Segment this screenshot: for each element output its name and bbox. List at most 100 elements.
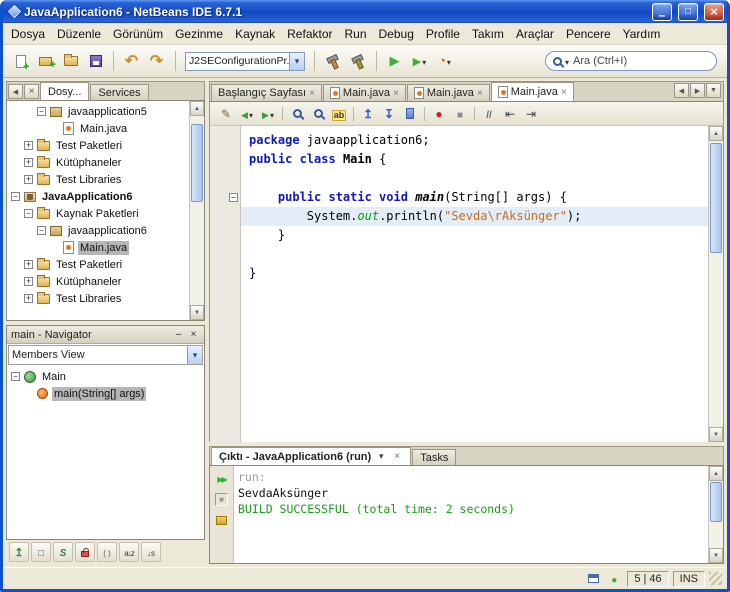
scroll-up-icon[interactable] [190,101,204,116]
forward-button[interactable] [258,104,278,123]
close-tab-icon[interactable] [393,87,399,99]
tree-item[interactable]: Main.java [7,120,189,137]
panel-tab-1[interactable]: Services [90,84,149,100]
editor-tab-3[interactable]: Main.java [490,82,574,101]
tree-item[interactable]: Kütüphaneler [7,154,189,171]
scroll-track[interactable] [709,481,723,548]
tab-list-button[interactable] [706,83,721,98]
chevron-down-icon[interactable] [289,52,304,70]
editor-tab-1[interactable]: Main.java [322,84,406,101]
next-bookmark-button[interactable] [379,104,399,123]
scroll-up-icon[interactable] [709,466,723,481]
minimize-window-icon[interactable] [172,328,185,341]
menu-profile[interactable]: Profile [420,24,466,44]
config-select[interactable]: J2SEConfigurationPr... [185,51,305,71]
rerun-button[interactable] [213,469,231,487]
run-project-button[interactable] [383,50,406,73]
minus-toggle-icon[interactable] [24,209,33,218]
toggle-highlight-button[interactable] [329,104,349,123]
scroll-thumb[interactable] [191,124,203,202]
plus-toggle-icon[interactable] [24,141,33,150]
build-project-button[interactable] [322,50,345,73]
menu-dzenle[interactable]: Düzenle [51,24,107,44]
search-options-icon[interactable] [564,52,569,70]
plus-toggle-icon[interactable] [24,294,33,303]
show-inherited-button[interactable] [9,542,29,562]
close-window-icon[interactable] [187,328,200,341]
sort-by-source-button[interactable] [141,542,161,562]
menu-kaynak[interactable]: Kaynak [229,24,281,44]
search-box[interactable] [545,51,717,71]
search-input[interactable] [571,54,709,68]
comment-button[interactable] [479,104,499,123]
tree-item[interactable]: javaapplication5 [7,103,189,120]
back-button[interactable] [237,104,257,123]
debug-project-button[interactable] [408,50,431,73]
tree-item[interactable]: Test Paketleri [7,256,189,273]
menu-takm[interactable]: Takım [466,24,510,44]
code-area[interactable]: package javaapplication6; public class Ma… [210,126,708,442]
titlebar[interactable]: JavaApplication6 - NetBeans IDE 6.7.1 [3,0,727,23]
record-macro-button[interactable] [429,104,449,123]
output-scrollbar[interactable] [708,466,723,563]
scroll-tabs-left-button[interactable] [674,83,689,98]
tree-item[interactable]: main(String[] args) [7,385,204,402]
clean-build-project-button[interactable] [347,50,370,73]
scroll-up-icon[interactable] [709,126,723,141]
tree-item[interactable]: JavaApplication6 [7,188,189,205]
plus-toggle-icon[interactable] [24,158,33,167]
editor-scrollbar[interactable] [708,126,723,442]
editor-tab-0[interactable]: Başlangıç Sayfası [211,84,322,101]
menu-gezinme[interactable]: Gezinme [169,24,229,44]
show-static-button[interactable] [53,542,73,562]
last-edited-button[interactable] [216,104,236,123]
open-project-button[interactable] [59,50,82,73]
tree-item[interactable]: Test Libraries [7,171,189,188]
tree-item[interactable]: Kütüphaneler [7,273,189,290]
output-dropdown-icon[interactable] [375,451,387,463]
panel-scroll-left-button[interactable] [8,84,23,99]
minus-toggle-icon[interactable] [37,226,46,235]
close-tab-icon[interactable] [477,87,483,99]
sort-by-name-button[interactable] [119,542,139,562]
show-non-public-button[interactable] [75,542,95,562]
scroll-track[interactable] [190,116,204,305]
scroll-thumb[interactable] [710,143,722,253]
menu-yardm[interactable]: Yardım [617,24,667,44]
tree-item[interactable]: Test Paketleri [7,137,189,154]
stop-macro-button[interactable] [450,104,470,123]
scroll-down-icon[interactable] [190,305,204,320]
menu-dosya[interactable]: Dosya [5,24,51,44]
scroll-tabs-right-button[interactable] [690,83,705,98]
resize-grip[interactable] [709,572,722,585]
output-tab-1[interactable]: Tasks [412,449,457,465]
close-tab-icon[interactable] [309,87,315,99]
chevron-down-icon[interactable] [187,346,202,364]
minus-toggle-icon[interactable] [11,192,20,201]
shift-left-button[interactable] [500,104,520,123]
tree-item[interactable]: Test Libraries [7,290,189,307]
shift-right-button[interactable] [521,104,541,123]
tree-item[interactable]: javaapplication6 [7,222,189,239]
panel-close-button[interactable] [24,84,39,99]
tree-item[interactable]: Main.java [7,239,189,256]
projects-scrollbar[interactable] [189,101,204,320]
stop-build-button[interactable] [213,490,231,508]
scroll-down-icon[interactable] [709,427,723,442]
new-file-button[interactable] [9,50,32,73]
undo-button[interactable] [120,50,143,73]
scroll-track[interactable] [709,141,723,427]
scroll-down-icon[interactable] [709,548,723,563]
save-all-button[interactable] [84,50,107,73]
output-text[interactable]: run: SevdaAksünger BUILD SUCCESSFUL (total… [234,466,708,563]
tree-item[interactable]: Main [7,368,204,385]
menu-aralar[interactable]: Araçlar [510,24,560,44]
menu-pencere[interactable]: Pencere [560,24,617,44]
find-next-button[interactable] [308,104,328,123]
menu-run[interactable]: Run [339,24,373,44]
close-button[interactable] [704,2,724,21]
fold-minus-icon[interactable] [229,193,238,202]
redo-button[interactable] [145,50,168,73]
profile-project-button[interactable] [433,50,456,73]
close-tab-icon[interactable] [561,86,567,98]
